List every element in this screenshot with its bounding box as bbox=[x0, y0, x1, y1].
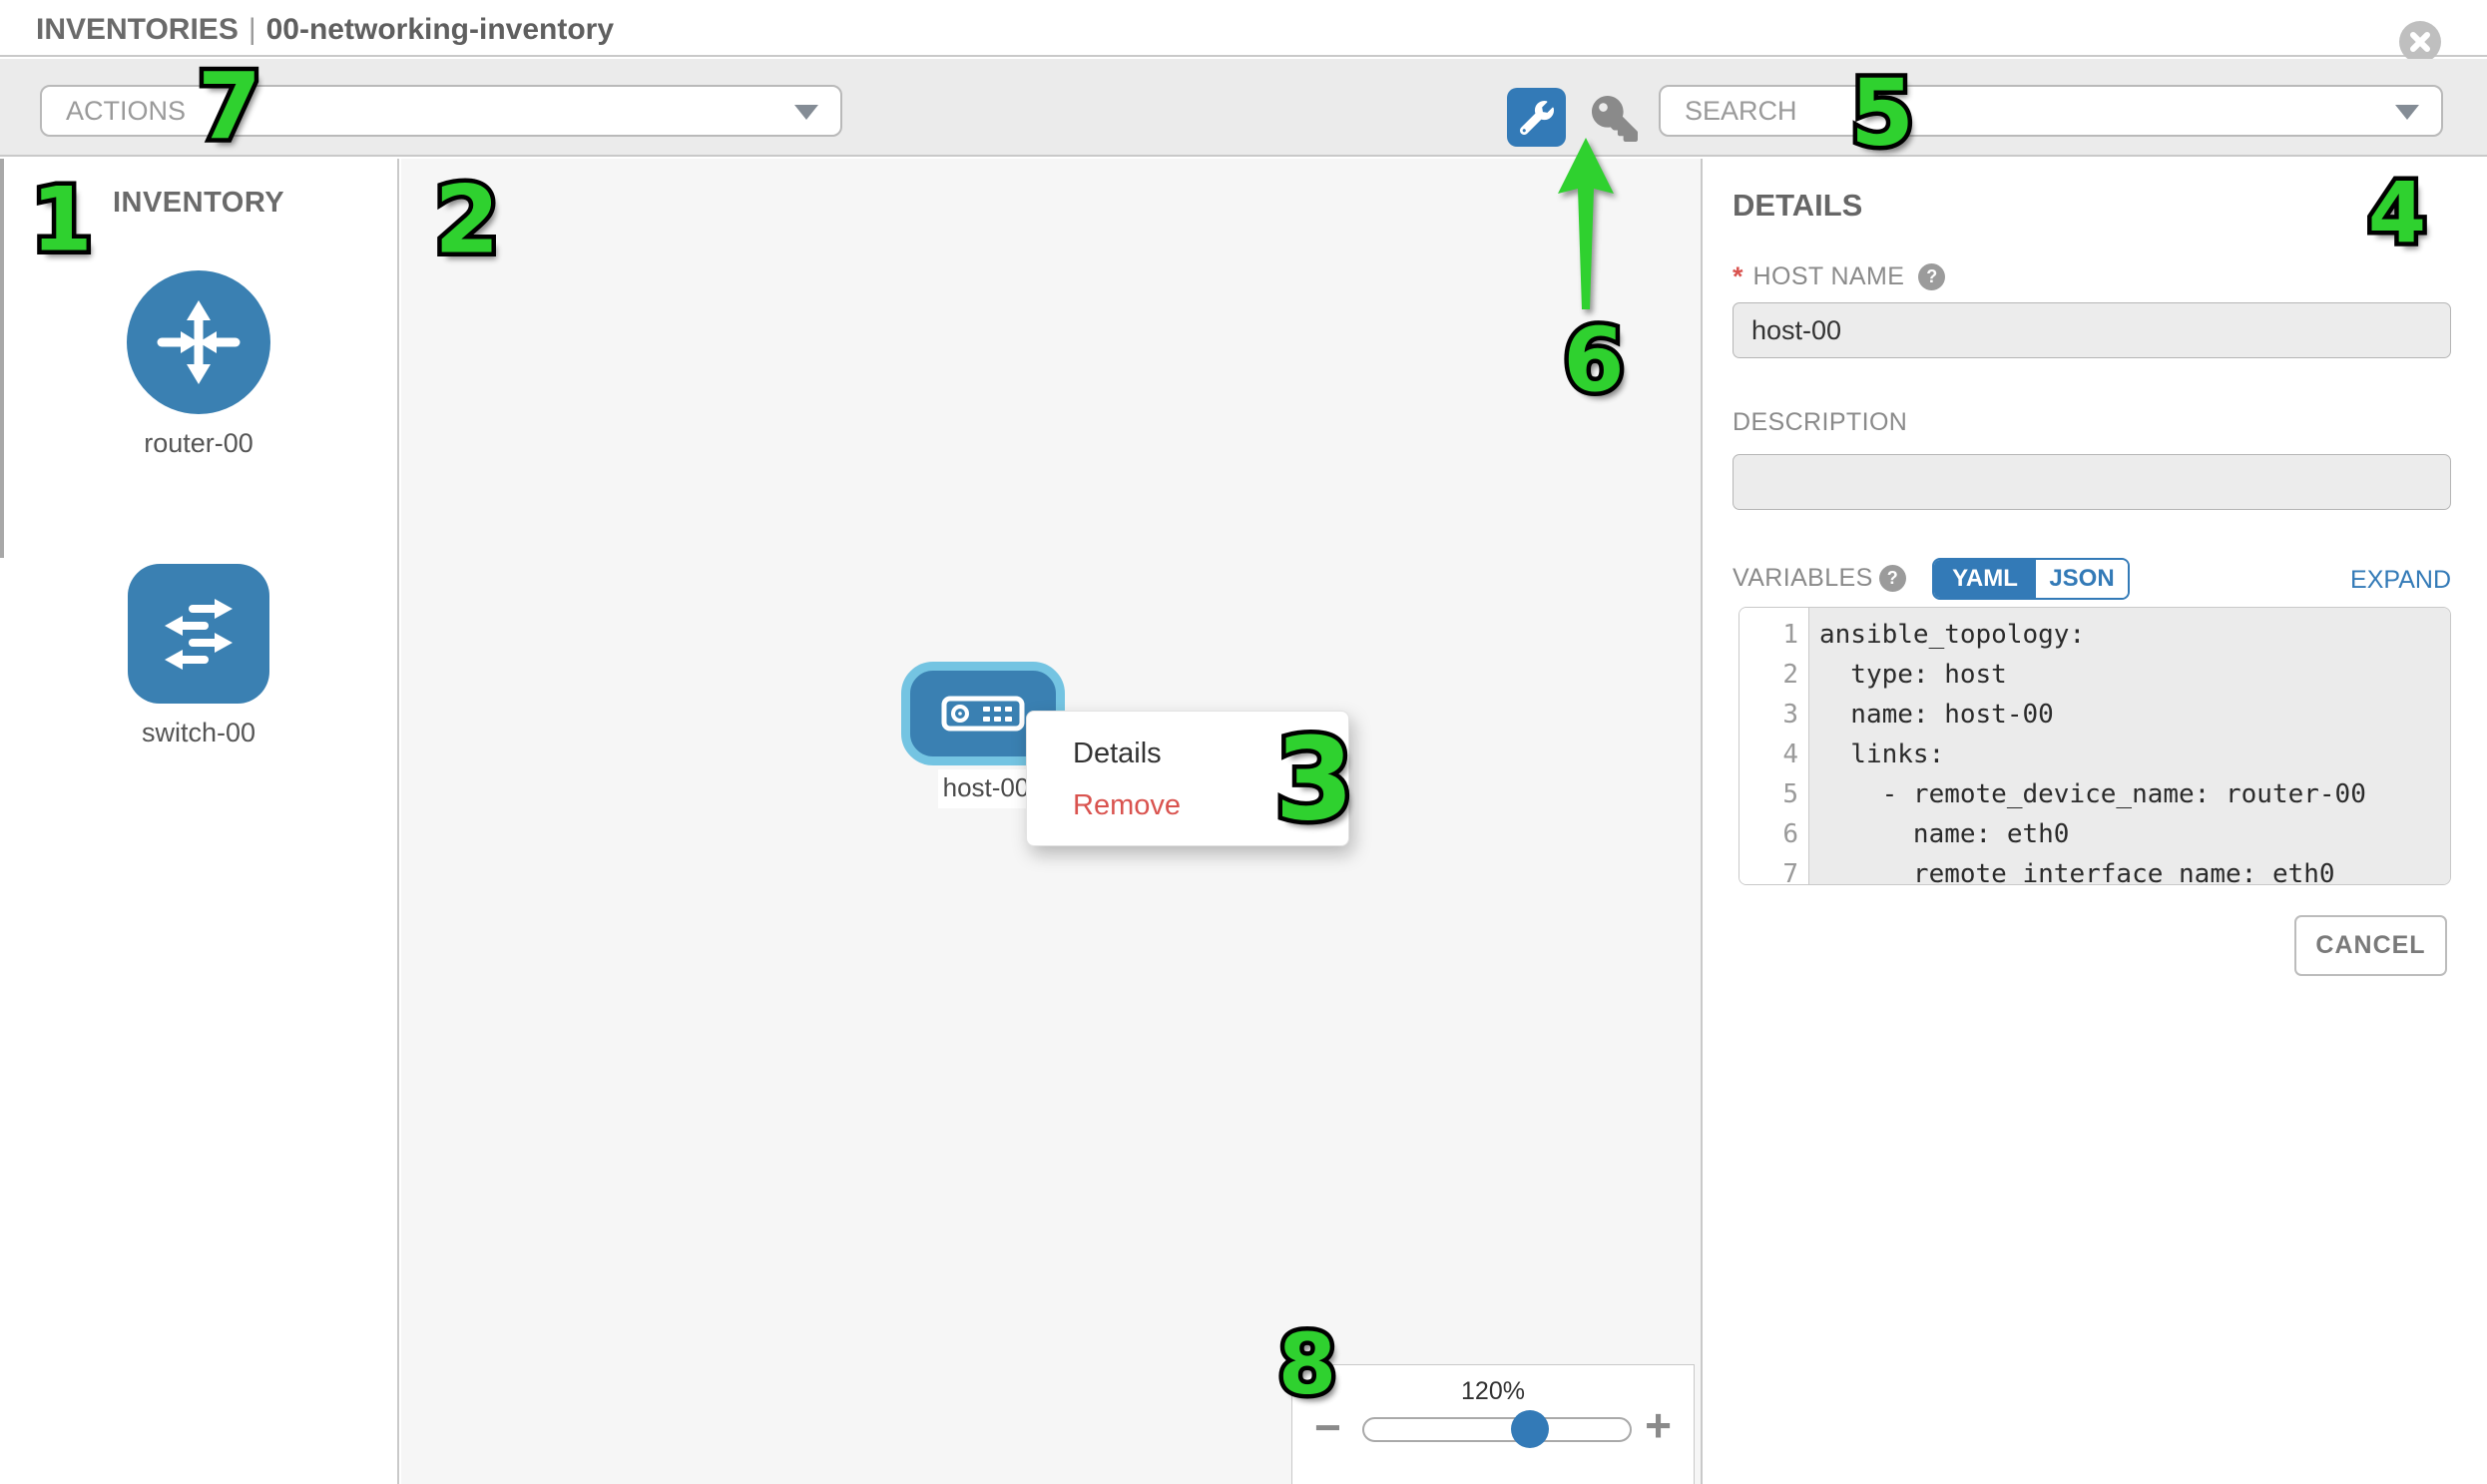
sidebar-item-label: router-00 bbox=[144, 428, 253, 459]
switch-icon bbox=[128, 564, 269, 704]
expand-link[interactable]: EXPAND bbox=[2350, 566, 2451, 595]
editor-gutter: 1 2 3 4 5 6 7 bbox=[1740, 608, 1809, 884]
actions-dropdown[interactable]: ACTIONS bbox=[40, 85, 842, 137]
editor-code: ansible_topology: type: host name: host-… bbox=[1809, 608, 2450, 884]
line-number: 2 bbox=[1740, 655, 1808, 695]
router-icon bbox=[127, 270, 270, 414]
zoom-out-button[interactable]: − bbox=[1314, 1407, 1341, 1447]
close-button[interactable] bbox=[2399, 21, 2441, 63]
wrench-icon bbox=[1520, 101, 1554, 135]
line-number: 5 bbox=[1740, 774, 1808, 814]
host-name-input[interactable] bbox=[1733, 302, 2451, 358]
page-header: INVENTORIES|00-networking-inventory bbox=[0, 0, 2487, 57]
host-node-label: host-00 bbox=[938, 769, 1034, 808]
context-menu-item-details[interactable]: Details bbox=[1027, 728, 1348, 779]
help-icon[interactable]: ? bbox=[1879, 565, 1906, 592]
required-asterisk: * bbox=[1733, 261, 1743, 292]
toolbar: ACTIONS SEARCH bbox=[0, 59, 2487, 157]
line-number: 3 bbox=[1740, 695, 1808, 735]
close-icon bbox=[2409, 31, 2431, 53]
zoom-percent-label: 120% bbox=[1292, 1377, 1694, 1406]
code-line: - remote_device_name: router-00 bbox=[1819, 774, 2450, 814]
context-menu: Details Remove bbox=[1026, 711, 1349, 846]
context-menu-item-remove[interactable]: Remove bbox=[1027, 779, 1348, 831]
line-number: 1 bbox=[1740, 615, 1808, 655]
caret-down-icon bbox=[2395, 105, 2419, 120]
key-button[interactable] bbox=[1589, 93, 1641, 145]
line-number: 6 bbox=[1740, 814, 1808, 854]
sidebar-item-switch[interactable]: switch-00 bbox=[0, 564, 397, 748]
description-label: DESCRIPTION bbox=[1733, 408, 1907, 437]
host-name-label-row: * HOST NAME ? bbox=[1733, 261, 1945, 292]
breadcrumb: INVENTORIES|00-networking-inventory bbox=[36, 13, 614, 47]
code-line: remote_interface_name: eth0 bbox=[1819, 854, 2450, 885]
app-root: INVENTORIES|00-networking-inventory ACTI… bbox=[0, 0, 2487, 1484]
key-icon bbox=[1592, 96, 1638, 142]
cancel-button[interactable]: CANCEL bbox=[2294, 915, 2447, 976]
variables-editor[interactable]: 1 2 3 4 5 6 7 ansible_topology: type: ho… bbox=[1739, 607, 2451, 885]
sidebar-title: INVENTORY bbox=[0, 187, 397, 220]
zoom-control: 120% − + bbox=[1291, 1364, 1695, 1484]
caret-down-icon bbox=[794, 105, 818, 120]
line-number: 7 bbox=[1740, 854, 1808, 885]
breadcrumb-separator: | bbox=[239, 13, 266, 46]
zoom-in-button[interactable]: + bbox=[1645, 1405, 1672, 1445]
description-input[interactable] bbox=[1733, 454, 2451, 510]
breadcrumb-section: INVENTORIES bbox=[36, 13, 239, 46]
topology-canvas[interactable]: host-00 Details Remove 120% − + bbox=[401, 159, 1703, 1484]
line-number: 4 bbox=[1740, 735, 1808, 774]
variables-row: VARIABLES ? YAML JSON EXPAND bbox=[1733, 558, 2451, 600]
code-line: ansible_topology: bbox=[1819, 615, 2450, 655]
inventory-sidebar: INVENTORY router-00 bbox=[0, 159, 399, 1484]
details-panel: DETAILS * HOST NAME ? DESCRIPTION VARIAB… bbox=[1705, 159, 2487, 1484]
search-dropdown-label: SEARCH bbox=[1661, 96, 1797, 127]
code-line: links: bbox=[1819, 735, 2450, 774]
zoom-slider-track[interactable] bbox=[1362, 1417, 1632, 1442]
host-icon bbox=[941, 696, 1025, 732]
search-dropdown[interactable]: SEARCH bbox=[1659, 85, 2443, 137]
format-toggle: YAML JSON bbox=[1932, 558, 2130, 600]
code-line: name: eth0 bbox=[1819, 814, 2450, 854]
sidebar-item-router[interactable]: router-00 bbox=[0, 270, 397, 459]
actions-dropdown-label: ACTIONS bbox=[42, 96, 186, 127]
zoom-slider-thumb[interactable] bbox=[1511, 1410, 1549, 1448]
variables-label: VARIABLES bbox=[1733, 564, 1873, 593]
tab-yaml[interactable]: YAML bbox=[1934, 560, 2036, 598]
tab-json[interactable]: JSON bbox=[2036, 560, 2128, 598]
details-panel-title: DETAILS bbox=[1733, 188, 1862, 224]
toolbox-button[interactable] bbox=[1507, 88, 1566, 147]
sidebar-item-label: switch-00 bbox=[142, 718, 255, 748]
code-line: type: host bbox=[1819, 655, 2450, 695]
code-line: name: host-00 bbox=[1819, 695, 2450, 735]
host-name-label: HOST NAME bbox=[1753, 262, 1905, 291]
page-title: 00-networking-inventory bbox=[266, 13, 614, 46]
help-icon[interactable]: ? bbox=[1918, 263, 1945, 290]
